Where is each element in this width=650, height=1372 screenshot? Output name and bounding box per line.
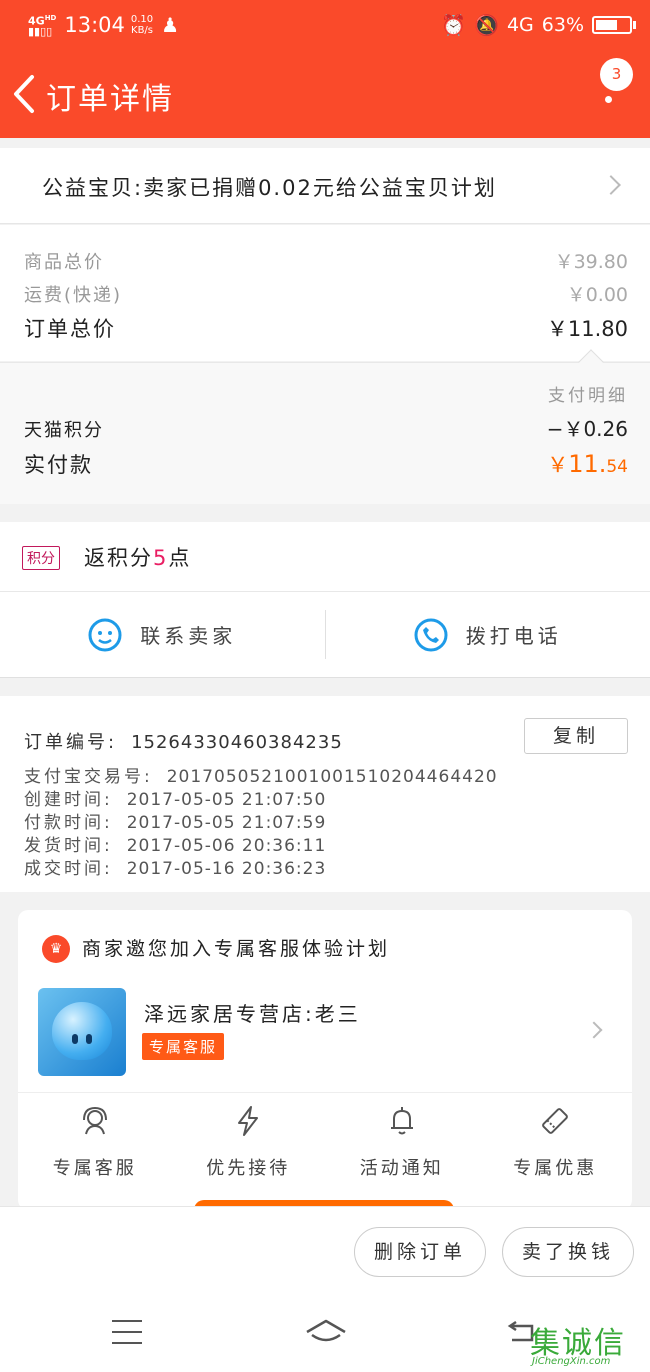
- divider: [18, 1092, 632, 1093]
- created-time-row: 创建时间: 2017-05-05 21:07:50: [24, 790, 327, 810]
- mascot-image: [52, 1002, 112, 1060]
- contact-seller-label: 联系卖家: [140, 624, 237, 648]
- alarm-icon: ⏰: [441, 13, 467, 37]
- benefit-label: 优先接待: [206, 1158, 291, 1179]
- exclusive-service-badge: 专属客服: [142, 1033, 225, 1060]
- coupon-icon: [542, 1108, 569, 1134]
- payment-detail-label: 支付明细: [548, 386, 628, 406]
- call-phone-button[interactable]: 拨打电话: [326, 592, 650, 677]
- charity-row[interactable]: 公益宝贝:卖家已捐赠0.02元给公益宝贝计划: [0, 148, 650, 224]
- benefit-item[interactable]: 活动通知: [325, 1100, 479, 1180]
- benefit-label: 活动通知: [359, 1158, 444, 1179]
- paid-time-row: 付款时间: 2017-05-05 21:07:59: [24, 813, 327, 833]
- actual-paid-value: ￥11.54: [547, 450, 628, 478]
- price-summary: 商品总价 ￥39.80 运费(快递) ￥0.00 订单总价 ￥11.80: [0, 225, 650, 361]
- contact-row: 联系卖家 拨打电话: [0, 592, 650, 678]
- watermark-logo: 集诚信 JiChengXin.com: [530, 1326, 626, 1367]
- net-speed: 0.10 KB/s: [130, 14, 154, 36]
- page-title: 订单详情: [46, 82, 174, 117]
- lightning-icon: [238, 1106, 259, 1136]
- order-total-value: ￥11.80: [546, 317, 628, 341]
- network-indicator: 4GHD ▮▮▯▯: [28, 13, 57, 39]
- battery-icon: [592, 16, 632, 34]
- headset-icon: [82, 1106, 107, 1135]
- benefit-label: 专属客服: [52, 1158, 137, 1179]
- call-phone-label: 拨打电话: [465, 624, 562, 648]
- battery-tip: [633, 21, 636, 29]
- exclusive-service-card: ♛ 商家邀您加入专属客服体验计划 泽远家居专营店:老三 专属客服 专属客服 优先…: [18, 910, 632, 1220]
- action-bar: 删除订单 卖了换钱: [0, 1206, 650, 1294]
- contact-seller-button[interactable]: 联系卖家: [0, 592, 325, 677]
- tmall-points-label: 天猫积分: [24, 420, 104, 441]
- payment-details: 支付明细 天猫积分 −￥0.26 实付款 ￥11.54: [0, 349, 650, 504]
- charity-text: 公益宝贝:卖家已捐赠0.02元给公益宝贝计划: [42, 176, 497, 200]
- benefit-item[interactable]: 优先接待: [172, 1100, 326, 1180]
- copy-button[interactable]: 复制: [524, 718, 628, 754]
- shipped-time-row: 发货时间: 2017-05-06 20:36:11: [24, 836, 327, 856]
- benefits-row: 专属客服 优先接待 活动通知 专属优惠: [18, 1100, 632, 1180]
- battery-percent: 63%: [541, 14, 584, 36]
- header: 订单详情 3: [0, 50, 650, 138]
- notification-badge[interactable]: 3: [600, 58, 633, 91]
- shipping-value: ￥0.00: [566, 284, 628, 306]
- data-type: 4G: [506, 14, 534, 36]
- goods-total-value: ￥39.80: [554, 251, 628, 273]
- clock: 13:04: [64, 13, 125, 37]
- invite-title: 商家邀您加入专属客服体验计划: [82, 938, 391, 960]
- phone-icon: [414, 618, 448, 651]
- qq-icon: ♟: [161, 13, 180, 37]
- benefit-label: 专属优惠: [513, 1158, 598, 1179]
- order-number-row: 订单编号: 15264330460384235: [24, 732, 343, 753]
- menu-icon[interactable]: [112, 1320, 142, 1344]
- completed-time-row: 成交时间: 2017-05-16 20:36:23: [24, 859, 327, 879]
- actual-paid-label: 实付款: [24, 453, 93, 477]
- order-total-label: 订单总价: [24, 317, 116, 341]
- shop-avatar[interactable]: [38, 988, 126, 1076]
- tmall-points-value: −￥0.26: [546, 417, 628, 441]
- system-nav-bar: 集诚信 JiChengXin.com: [0, 1294, 650, 1372]
- resell-button[interactable]: 卖了换钱: [502, 1227, 634, 1277]
- benefit-item[interactable]: 专属优惠: [479, 1100, 633, 1180]
- goods-total-label: 商品总价: [24, 252, 104, 273]
- crown-icon: ♛: [42, 935, 70, 963]
- status-bar: 4GHD ▮▮▯▯ 13:04 0.10 KB/s ♟ ⏰ 🔕 4G 63%: [0, 0, 650, 50]
- alipay-number-row: 支付宝交易号: 2017050521001001510204464420: [24, 767, 498, 787]
- chevron-right-icon: [601, 175, 621, 195]
- bell-icon: [390, 1107, 413, 1135]
- delete-order-button[interactable]: 删除订单: [354, 1227, 486, 1277]
- points-tag: 积分: [22, 546, 60, 570]
- mute-icon: 🔕: [474, 13, 499, 37]
- home-icon[interactable]: [304, 1318, 348, 1346]
- shipping-label: 运费(快递): [24, 285, 123, 306]
- back-arrow-icon[interactable]: [10, 74, 40, 114]
- chevron-right-icon[interactable]: [585, 1021, 603, 1039]
- benefit-item[interactable]: 专属客服: [18, 1100, 172, 1180]
- order-info: 订单编号: 15264330460384235 复制 支付宝交易号: 2017050…: [0, 696, 650, 892]
- chat-face-icon: [88, 618, 122, 651]
- points-reward-text: 返积分5点: [84, 546, 192, 570]
- shop-name[interactable]: 泽远家居专营店:老三: [144, 998, 361, 1027]
- points-reward-row: 积分 返积分5点: [0, 522, 650, 592]
